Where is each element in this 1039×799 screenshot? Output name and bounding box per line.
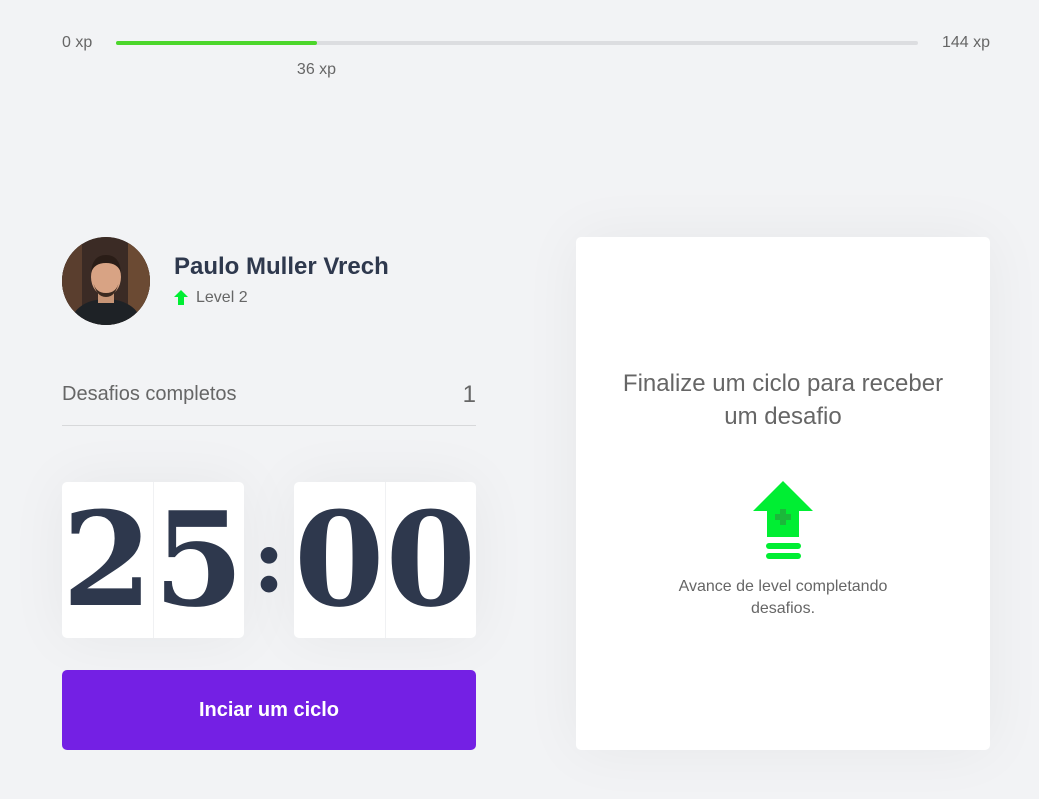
xp-max-label: 144 xp [941,34,990,51]
challenge-box: Finalize um ciclo para receber um desafi… [576,237,990,750]
countdown-seconds: 0 0 [294,482,476,638]
minute-digit-tens: 2 [62,482,154,638]
second-digit-ones: 0 [385,483,476,636]
minute-digit-ones: 5 [153,483,244,636]
profile-name: Paulo Muller Vrech [174,253,389,280]
completed-challenges-count: 1 [462,381,476,408]
xp-min-label: 0 xp [62,34,93,51]
profile: Paulo Muller Vrech Level 2 [62,237,476,325]
xp-current-label: 36 xp [296,61,337,78]
countdown-minutes: 2 5 [62,482,244,638]
challenge-box-hint: Avance de level completando desafios. [678,578,888,617]
completed-challenges-label: Desafios completos [62,383,237,405]
countdown-separator: : [252,507,286,613]
avatar [62,237,150,325]
level-label: Level 2 [196,289,248,306]
experience-bar: 0 xp 36 xp 144 xp [62,32,990,78]
countdown: 2 5 : 0 0 [62,482,476,638]
start-cycle-button[interactable]: Inciar um ciclo [62,670,476,750]
challenge-box-title: Finalize um ciclo para receber um desafi… [622,370,944,430]
completed-challenges: Desafios completos 1 [62,375,476,426]
level-up-arrow-icon [174,290,188,306]
xp-track: 36 xp [116,41,918,78]
profile-level: Level 2 [174,289,248,307]
xp-progress-fill [116,41,317,45]
second-digit-tens: 0 [294,482,386,638]
level-up-icon [753,481,813,562]
